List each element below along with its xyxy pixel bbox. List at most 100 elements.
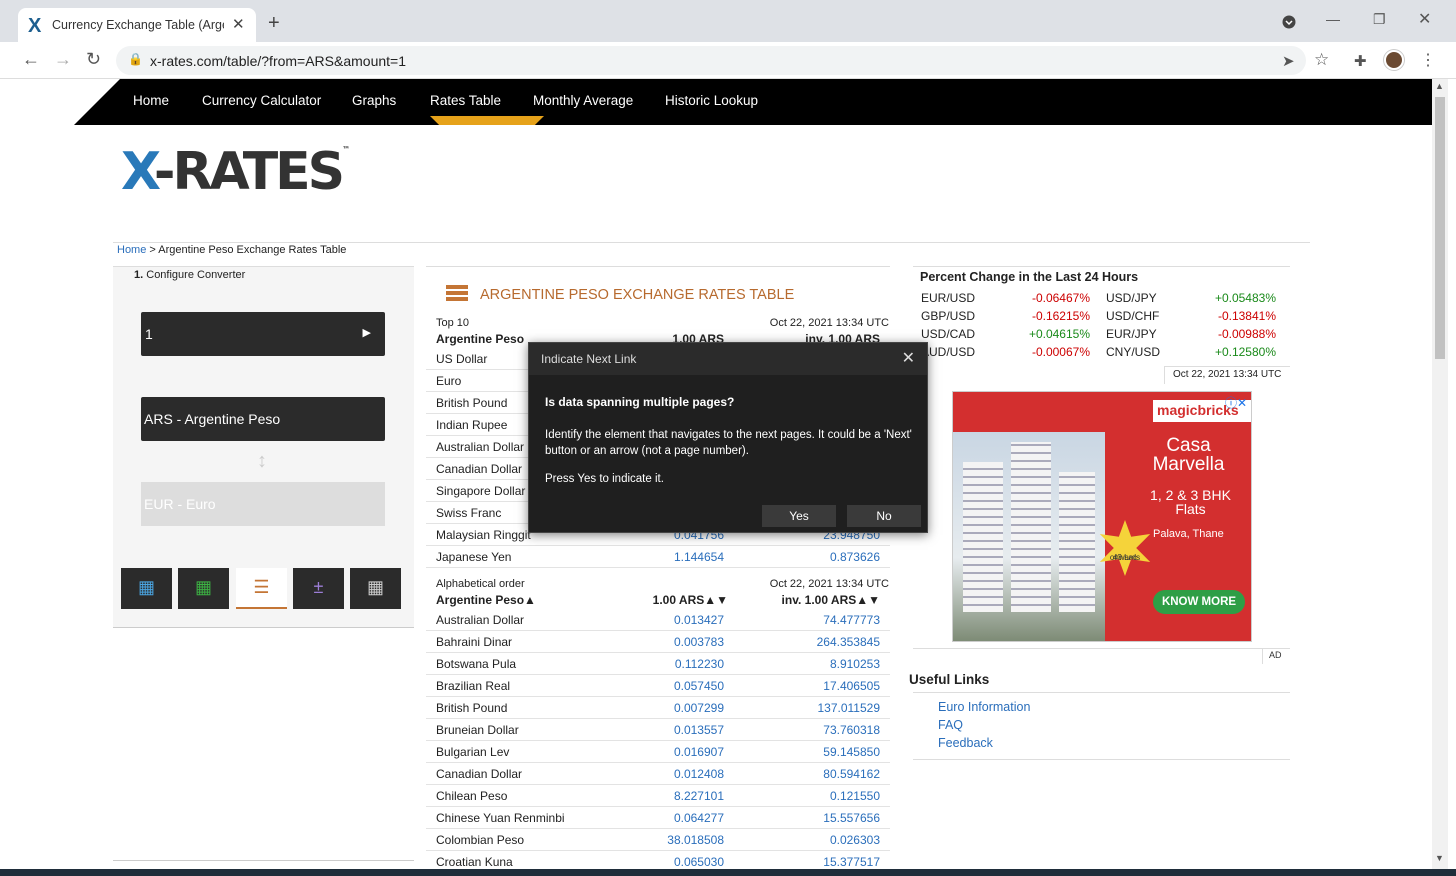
inverse-rate-value[interactable]: 80.594162 bbox=[823, 767, 880, 781]
currency-name: US Dollar bbox=[436, 352, 488, 366]
currency-pair[interactable]: USD/CHF bbox=[1106, 309, 1159, 323]
inverse-rate-value[interactable]: 264.353845 bbox=[817, 635, 880, 649]
nav-home[interactable]: Home bbox=[133, 93, 169, 108]
divider bbox=[113, 860, 414, 861]
rate-value[interactable]: 0.112230 bbox=[675, 657, 724, 671]
ad-location: Palava, Thane bbox=[1153, 528, 1224, 540]
table-row: Botswana Pula 0.112230 8.910253 bbox=[426, 653, 890, 675]
inverse-rate-value[interactable]: 15.377517 bbox=[823, 855, 880, 869]
scrollbar-thumb[interactable] bbox=[1435, 97, 1445, 359]
divider bbox=[913, 648, 1262, 649]
menu-kebab-icon[interactable]: ⋮ bbox=[1420, 50, 1436, 70]
rate-value[interactable]: 0.013557 bbox=[674, 723, 724, 737]
rate-value[interactable]: 1.144654 bbox=[674, 550, 724, 564]
rate-value[interactable]: 8.227101 bbox=[674, 789, 724, 803]
play-arrow-icon[interactable]: ▶ bbox=[363, 326, 371, 339]
average-tool-button[interactable]: ± bbox=[293, 568, 344, 609]
inverse-rate-value[interactable]: 15.557656 bbox=[823, 811, 880, 825]
currency-name: British Pound bbox=[436, 701, 508, 715]
alpha-col2-header[interactable]: inv. 1.00 ARS▲▼ bbox=[782, 593, 880, 607]
divider bbox=[113, 627, 414, 628]
rate-value[interactable]: 0.057450 bbox=[674, 679, 724, 693]
rate-value[interactable]: 0.016907 bbox=[674, 745, 724, 759]
to-currency-select[interactable]: EUR - Euro bbox=[141, 482, 385, 526]
forward-icon[interactable]: → bbox=[54, 49, 72, 70]
profile-menu-icon[interactable] bbox=[1282, 15, 1296, 32]
inverse-rate-value[interactable]: 73.760318 bbox=[823, 723, 880, 737]
rate-value[interactable]: 38.018508 bbox=[667, 833, 724, 847]
currency-pair[interactable]: GBP/USD bbox=[921, 309, 975, 323]
percent-change-value: -0.16215% bbox=[1031, 309, 1090, 323]
extensions-icon[interactable]: ✚ bbox=[1354, 52, 1367, 70]
inverse-rate-value[interactable]: 0.026303 bbox=[830, 833, 880, 847]
window-close-icon[interactable]: ✕ bbox=[1418, 9, 1431, 29]
rate-value[interactable]: 0.013427 bbox=[674, 613, 724, 627]
currency-pair[interactable]: EUR/JPY bbox=[1106, 327, 1157, 341]
graph-tool-button[interactable]: ▦ bbox=[178, 568, 229, 609]
rate-value[interactable]: 0.003783 bbox=[674, 635, 724, 649]
currency-name: Colombian Peso bbox=[436, 833, 525, 847]
link-feedback[interactable]: Feedback bbox=[938, 736, 993, 750]
inverse-rate-value[interactable]: 0.121550 bbox=[830, 789, 880, 803]
breadcrumb-home[interactable]: Home bbox=[117, 244, 146, 256]
currency-name: Singapore Dollar bbox=[436, 484, 526, 498]
inverse-rate-value[interactable]: 17.406505 bbox=[823, 679, 880, 693]
swap-arrow-icon[interactable]: ↕ bbox=[257, 450, 267, 473]
alpha-col1-header[interactable]: 1.00 ARS▲▼ bbox=[653, 593, 728, 607]
history-tool-button[interactable]: ▦ bbox=[350, 568, 401, 609]
table-row: Chinese Yuan Renminbi 0.064277 15.557656 bbox=[426, 807, 890, 829]
tab-close-icon[interactable]: ✕ bbox=[232, 15, 245, 33]
rate-value[interactable]: 0.007299 bbox=[674, 701, 724, 715]
bookmark-star-icon[interactable]: ☆ bbox=[1314, 50, 1329, 70]
inverse-rate-value[interactable]: 8.910253 bbox=[830, 657, 880, 671]
nav-monthly-average[interactable]: Monthly Average bbox=[533, 93, 633, 108]
dialog-close-icon[interactable]: ✕ bbox=[902, 348, 915, 368]
nav-historic-lookup[interactable]: Historic Lookup bbox=[665, 93, 758, 108]
page-scrollbar[interactable]: ▲ ▼ bbox=[1432, 79, 1448, 869]
rate-value[interactable]: 0.065030 bbox=[674, 855, 724, 869]
nav-currency-calculator[interactable]: Currency Calculator bbox=[202, 93, 321, 108]
scroll-down-icon[interactable]: ▼ bbox=[1435, 853, 1444, 863]
back-icon[interactable]: ← bbox=[22, 49, 40, 70]
xrates-logo[interactable]: X-RATES™ bbox=[121, 146, 350, 199]
minimize-icon[interactable]: — bbox=[1326, 11, 1340, 27]
currency-pair[interactable]: AUD/USD bbox=[921, 345, 975, 359]
rate-value[interactable]: 0.012408 bbox=[674, 767, 724, 781]
nav-rates-table[interactable]: Rates Table bbox=[430, 93, 501, 108]
link-euro-information[interactable]: Euro Information bbox=[938, 700, 1030, 714]
nav-graphs[interactable]: Graphs bbox=[352, 93, 396, 108]
ad-close-icon[interactable]: ⓘ✕ bbox=[1225, 394, 1247, 411]
from-currency-select[interactable]: ARS - Argentine Peso bbox=[141, 397, 385, 441]
table-tool-button[interactable]: ☰ bbox=[236, 568, 287, 609]
currency-pair[interactable]: EUR/USD bbox=[921, 291, 975, 305]
advertisement[interactable]: magicbricks ⓘ✕ Casa Marvella 1, 2 & 3 BHK… bbox=[952, 391, 1252, 642]
currency-name: Chilean Peso bbox=[436, 789, 508, 803]
new-tab-button[interactable]: + bbox=[268, 12, 280, 35]
amount-input[interactable]: 1 ▶ bbox=[141, 312, 385, 356]
currency-pair[interactable]: USD/CAD bbox=[921, 327, 975, 341]
yes-button[interactable]: Yes bbox=[762, 505, 836, 527]
link-faq[interactable]: FAQ bbox=[938, 718, 963, 732]
breadcrumb-current: Argentine Peso Exchange Rates Table bbox=[158, 244, 347, 256]
currency-pair[interactable]: CNY/USD bbox=[1106, 345, 1160, 359]
inverse-rate-value[interactable]: 59.145850 bbox=[823, 745, 880, 759]
table-row: Colombian Peso 38.018508 0.026303 bbox=[426, 829, 890, 851]
url-field[interactable]: 🔒 x-rates.com/table/?from=ARS&amount=1 bbox=[116, 46, 1306, 75]
breadcrumb: Home > Argentine Peso Exchange Rates Tab… bbox=[117, 244, 347, 256]
send-icon[interactable]: ➤ bbox=[1282, 52, 1295, 70]
no-button[interactable]: No bbox=[847, 505, 921, 527]
browser-tab[interactable]: X Currency Exchange Table (Argent ✕ bbox=[18, 8, 256, 42]
ad-know-more-button[interactable]: KNOW MORE bbox=[1153, 590, 1245, 614]
restore-icon[interactable]: ❐ bbox=[1373, 11, 1386, 28]
avatar[interactable] bbox=[1384, 50, 1404, 70]
reload-icon[interactable]: ↻ bbox=[86, 49, 101, 70]
currency-pair[interactable]: USD/JPY bbox=[1106, 291, 1157, 305]
alpha-base-header[interactable]: Argentine Peso▲ bbox=[436, 593, 536, 607]
calculator-tool-button[interactable]: ▦ bbox=[121, 568, 172, 609]
inverse-rate-value[interactable]: 137.011529 bbox=[817, 701, 880, 715]
inverse-rate-value[interactable]: 74.477773 bbox=[823, 613, 880, 627]
inverse-rate-value[interactable]: 0.873626 bbox=[830, 550, 880, 564]
currency-name: Euro bbox=[436, 374, 462, 388]
scroll-up-icon[interactable]: ▲ bbox=[1435, 81, 1444, 91]
rate-value[interactable]: 0.064277 bbox=[674, 811, 724, 825]
